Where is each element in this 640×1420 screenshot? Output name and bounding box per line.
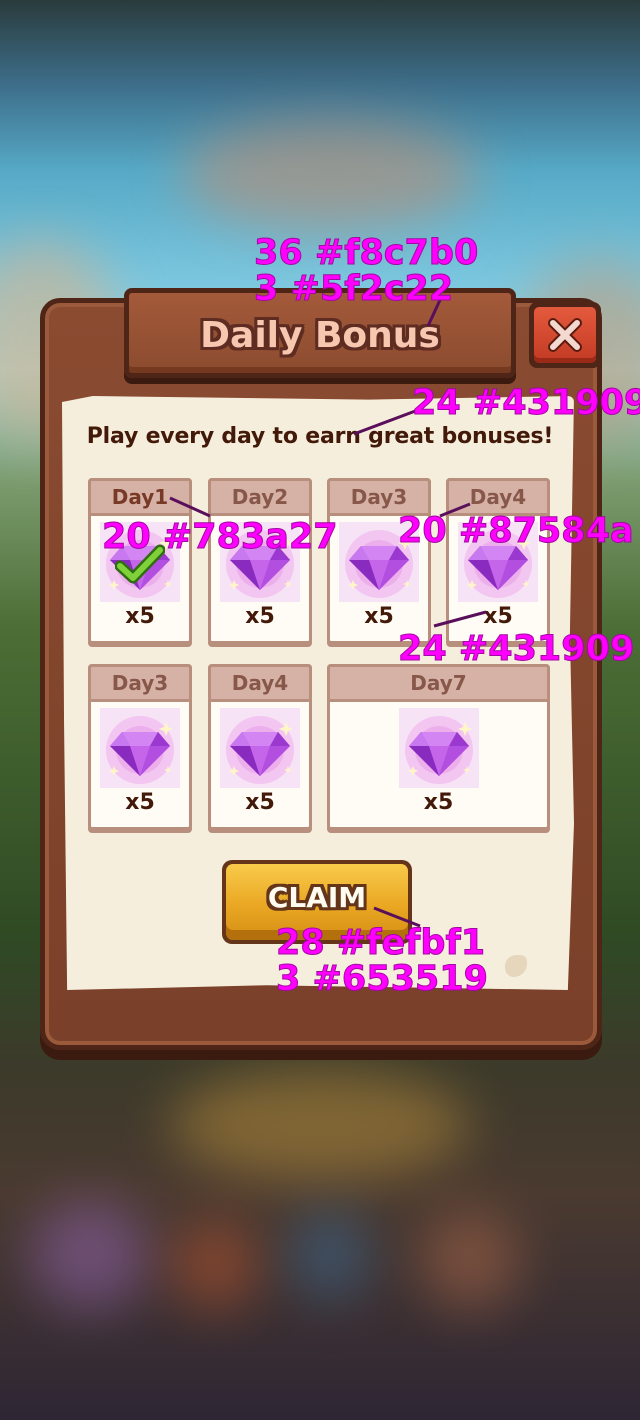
day-label: Day4 [469, 485, 527, 509]
background-blur [420, 1210, 520, 1310]
annotation-label: 20 #783a27 [102, 517, 339, 557]
reward-quantity: x5 [483, 604, 513, 629]
dialog-title: Daily Bonus [200, 314, 440, 356]
annotation-label: 36 #f8c7b0 [253, 233, 479, 273]
day-card-2[interactable]: Day2 x5 [208, 478, 312, 647]
day-label: Day3 [350, 485, 408, 509]
annotation-label: 28 #fefbf1 [275, 923, 486, 963]
day-card-header: Day3 [88, 664, 192, 702]
background-blur [180, 120, 480, 230]
annotation-label: 24 #431909 [411, 383, 640, 423]
day-card-1[interactable]: Day1 x5 [88, 478, 192, 647]
claim-label: CLAIM [267, 880, 367, 914]
annotation-label: 24 #431909 [397, 629, 635, 669]
card-edge [208, 827, 312, 833]
reward-icon-wrap [100, 708, 180, 788]
close-button[interactable] [529, 302, 601, 368]
background-blur [30, 1200, 150, 1310]
card-edge [88, 641, 192, 647]
card-edge [88, 827, 192, 833]
annotation-label: 3 #5f2c22 [253, 269, 454, 309]
purple-gem-icon [398, 708, 479, 788]
day-label: Day1 [111, 485, 169, 509]
day-label: Day3 [111, 671, 169, 695]
day-card-header: Day1 [88, 478, 192, 516]
day-label: Day2 [231, 485, 289, 509]
reward-quantity: x5 [364, 604, 394, 629]
background-blur [290, 1210, 370, 1300]
reward-quantity: x5 [245, 604, 275, 629]
reward-icon-wrap [220, 708, 300, 788]
day-card-3[interactable]: Day3 x5 [327, 478, 431, 647]
day-card-header: Day2 [208, 478, 312, 516]
day-card-6[interactable]: Day4 x5 [208, 664, 312, 833]
day-card-5[interactable]: Day3 x5 [88, 664, 192, 833]
day-card-7[interactable]: Day7 x5 [327, 664, 550, 833]
close-x-icon [548, 318, 582, 352]
day-card-header: Day7 [327, 664, 550, 702]
card-edge [327, 827, 550, 833]
card-edge [208, 641, 312, 647]
reward-quantity: x5 [245, 790, 275, 815]
day-card-header: Day4 [208, 664, 312, 702]
day-label: Day4 [231, 671, 289, 695]
background-blur [170, 1220, 260, 1310]
reward-quantity: x5 [423, 790, 454, 815]
background-blur [170, 1070, 470, 1180]
day-card-4[interactable]: Day4 x5 [446, 478, 550, 647]
purple-gem-icon [220, 708, 300, 788]
game-screen: Daily Bonus Play every day to earn great… [0, 0, 640, 1420]
subtitle-text: Play every day to earn great bonuses! [86, 424, 554, 449]
reward-icon-wrap [398, 708, 479, 788]
reward-quantity: x5 [125, 790, 155, 815]
annotation-label: 3 #653519 [276, 959, 489, 999]
reward-quantity: x5 [125, 604, 155, 629]
day-label: Day7 [410, 671, 467, 695]
annotation-label: 20 #87584a [398, 511, 635, 551]
purple-gem-icon [100, 708, 180, 788]
